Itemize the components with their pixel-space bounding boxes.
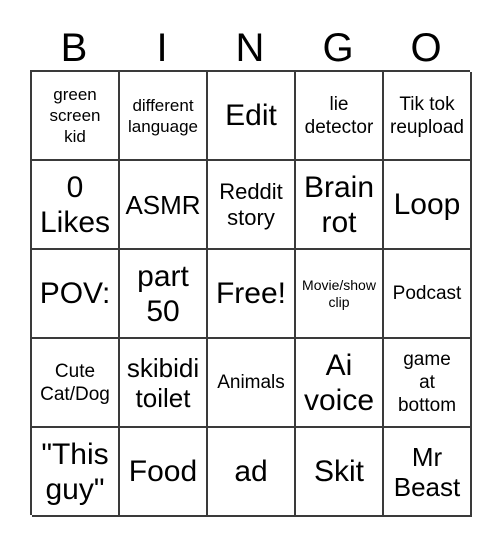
bingo-cell-n4[interactable]: Animals: [208, 339, 296, 428]
bingo-cell-label: Podcast: [392, 283, 462, 304]
bingo-cell-i4[interactable]: skibidi toilet: [120, 339, 208, 428]
bingo-grid: green screen kid different language Edit…: [30, 70, 472, 517]
bingo-header-letter-b: B: [60, 26, 88, 70]
bingo-cell-label: game at bottom: [397, 349, 457, 416]
bingo-cell-n1[interactable]: Edit: [208, 72, 296, 161]
bingo-cell-o4[interactable]: game at bottom: [384, 339, 472, 428]
bingo-cell-label: Ai voice: [303, 348, 375, 417]
bingo-cell-label: POV:: [39, 277, 111, 310]
bingo-cell-o5[interactable]: Mr Beast: [384, 428, 472, 517]
bingo-header-letter-n: N: [235, 26, 265, 70]
bingo-header-letter-g: G: [322, 26, 354, 70]
bingo-cell-n2[interactable]: Reddit story: [208, 161, 296, 250]
bingo-cell-i2[interactable]: ASMR: [120, 161, 208, 250]
bingo-cell-label: Brain rot: [303, 170, 375, 239]
bingo-cell-label: Mr Beast: [393, 441, 461, 502]
bingo-cell-o1[interactable]: Tik tok reupload: [384, 72, 472, 161]
bingo-cell-label: part 50: [137, 259, 189, 328]
bingo-cell-b4[interactable]: Cute Cat/Dog: [32, 339, 120, 428]
bingo-cell-b5[interactable]: "This guy": [32, 428, 120, 517]
bingo-cell-g1[interactable]: lie detector: [296, 72, 384, 161]
bingo-card: B I N G O green screen kid different lan…: [0, 0, 500, 544]
bingo-cell-g3[interactable]: Movie/show clip: [296, 250, 384, 339]
bingo-cell-label: Free!: [215, 277, 287, 310]
bingo-cell-b3[interactable]: POV:: [32, 250, 120, 339]
bingo-cell-o3[interactable]: Podcast: [384, 250, 472, 339]
bingo-cell-label: Edit: [225, 99, 277, 132]
bingo-header-letter-o: O: [410, 26, 442, 70]
bingo-header-letter-i: I: [156, 26, 168, 70]
bingo-cell-n3-free[interactable]: Free!: [208, 250, 296, 339]
bingo-cell-label: Reddit story: [219, 178, 283, 230]
bingo-cell-i1[interactable]: different language: [120, 72, 208, 161]
bingo-cell-label: lie detector: [304, 93, 374, 138]
bingo-cell-label: Movie/show clip: [302, 276, 376, 310]
bingo-header-row: B I N G O: [30, 16, 470, 70]
bingo-cell-label: Animals: [217, 372, 285, 393]
bingo-cell-label: skibidi toilet: [126, 352, 200, 413]
bingo-cell-label: 0 Likes: [39, 170, 111, 239]
bingo-cell-label: Cute Cat/Dog: [40, 360, 110, 405]
bingo-cell-label: "This guy": [41, 437, 109, 506]
bingo-cell-i5[interactable]: Food: [120, 428, 208, 517]
bingo-cell-b1[interactable]: green screen kid: [32, 72, 120, 161]
bingo-cell-label: green screen kid: [49, 85, 101, 146]
bingo-cell-b2[interactable]: 0 Likes: [32, 161, 120, 250]
bingo-cell-label: ad: [234, 455, 268, 488]
bingo-cell-i3[interactable]: part 50: [120, 250, 208, 339]
bingo-cell-label: ASMR: [125, 189, 201, 220]
bingo-cell-n5[interactable]: ad: [208, 428, 296, 517]
bingo-cell-label: different language: [128, 95, 198, 136]
bingo-cell-g5[interactable]: Skit: [296, 428, 384, 517]
bingo-cell-label: Food: [128, 455, 198, 488]
bingo-cell-label: Loop: [393, 188, 461, 221]
bingo-cell-g4[interactable]: Ai voice: [296, 339, 384, 428]
bingo-cell-o2[interactable]: Loop: [384, 161, 472, 250]
bingo-cell-g2[interactable]: Brain rot: [296, 161, 384, 250]
bingo-cell-label: Tik tok reupload: [390, 93, 464, 138]
bingo-cell-label: Skit: [313, 455, 364, 488]
